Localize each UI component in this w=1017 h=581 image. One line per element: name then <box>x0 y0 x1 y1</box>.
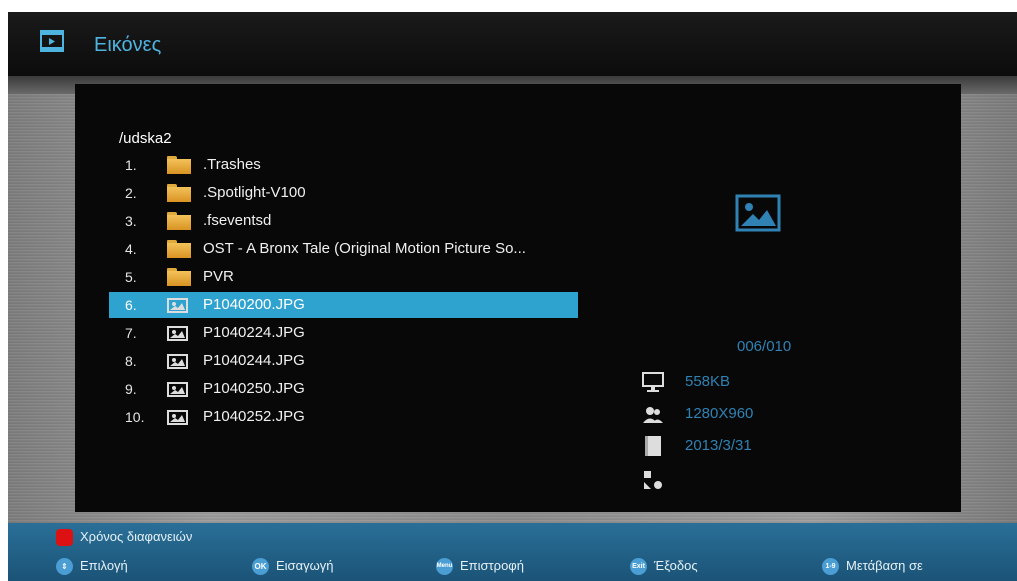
image-preview-icon <box>735 194 781 232</box>
item-name: .fseventsd <box>203 212 272 229</box>
item-number: 3. <box>125 213 137 229</box>
item-name: PVR <box>203 268 234 285</box>
folder-icon <box>167 156 191 174</box>
folder-icon <box>167 240 191 258</box>
item-number: 6. <box>125 297 137 313</box>
number-key-icon: 1-9 <box>822 558 839 575</box>
file-list-item[interactable]: 7. P1040224.JPG <box>109 320 578 346</box>
image-file-icon <box>167 380 191 398</box>
resolution: 1280X960 <box>685 405 754 422</box>
shapes-icon <box>644 471 662 489</box>
folder-icon <box>167 212 191 230</box>
file-list-item[interactable]: 10. P1040252.JPG <box>109 404 578 430</box>
folder-icon <box>167 268 191 286</box>
file-list-item[interactable]: 4. OST - A Bronx Tale (Original Motion Pi… <box>109 236 578 262</box>
file-list-item[interactable]: 2. .Spotlight-V100 <box>109 180 578 206</box>
menu-key-icon: Menu <box>436 558 453 575</box>
image-file-icon <box>167 352 191 370</box>
image-file-icon <box>167 324 191 342</box>
item-number: 2. <box>125 185 137 201</box>
file-list-item[interactable]: 8. P1040244.JPG <box>109 348 578 374</box>
file-list-item[interactable]: 1. .Trashes <box>109 152 578 178</box>
item-number: 5. <box>125 269 137 285</box>
users-icon <box>643 407 663 423</box>
folder-icon <box>167 184 191 202</box>
item-name: P1040200.JPG <box>203 296 305 313</box>
image-file-icon <box>167 296 191 314</box>
item-number: 9. <box>125 381 137 397</box>
updown-key-icon: ⇕ <box>56 558 73 575</box>
item-number: 8. <box>125 353 137 369</box>
item-name: .Trashes <box>203 156 261 173</box>
image-file-icon <box>167 408 191 426</box>
exit-key-icon: Exit <box>630 558 647 575</box>
current-path: /udska2 <box>119 130 172 147</box>
media-player-screen: Εικόνες /udska2 1. .Trashes 2. .Spotlight-V… <box>8 12 1017 581</box>
file-list-item[interactable]: 6. P1040200.JPG <box>109 292 578 318</box>
video-icon <box>40 30 64 52</box>
file-browser-panel: /udska2 1. .Trashes 2. .Spotlight-V100 3. .fs… <box>75 84 961 512</box>
item-name: P1040250.JPG <box>203 380 305 397</box>
header: Εικόνες <box>8 12 1017 76</box>
file-list-item[interactable]: 5. PVR <box>109 264 578 290</box>
red-key-icon <box>56 529 73 546</box>
footer-bar: Χρόνος διαφανειών ⇕ Επιλογή OK Εισαγωγή … <box>8 523 1017 581</box>
file-list-item[interactable]: 3. .fseventsd <box>109 208 578 234</box>
item-number: 10. <box>125 409 145 425</box>
ok-key-icon: OK <box>252 558 269 575</box>
file-size: 558KB <box>685 373 731 390</box>
item-name: P1040224.JPG <box>203 324 305 341</box>
file-date: 2013/3/31 <box>685 437 752 454</box>
item-number: 7. <box>125 325 137 341</box>
page-title: Εικόνες <box>94 34 162 56</box>
item-name: P1040252.JPG <box>203 408 305 425</box>
item-name: .Spotlight-V100 <box>203 184 306 201</box>
file-counter: 006/010 <box>737 338 792 355</box>
file-list-item[interactable]: 9. P1040250.JPG <box>109 376 578 402</box>
book-icon <box>645 436 661 456</box>
item-number: 4. <box>125 241 137 257</box>
item-name: OST - A Bronx Tale (Original Motion Pict… <box>203 240 526 257</box>
monitor-icon <box>642 372 664 392</box>
item-name: P1040244.JPG <box>203 352 305 369</box>
item-number: 1. <box>125 157 137 173</box>
